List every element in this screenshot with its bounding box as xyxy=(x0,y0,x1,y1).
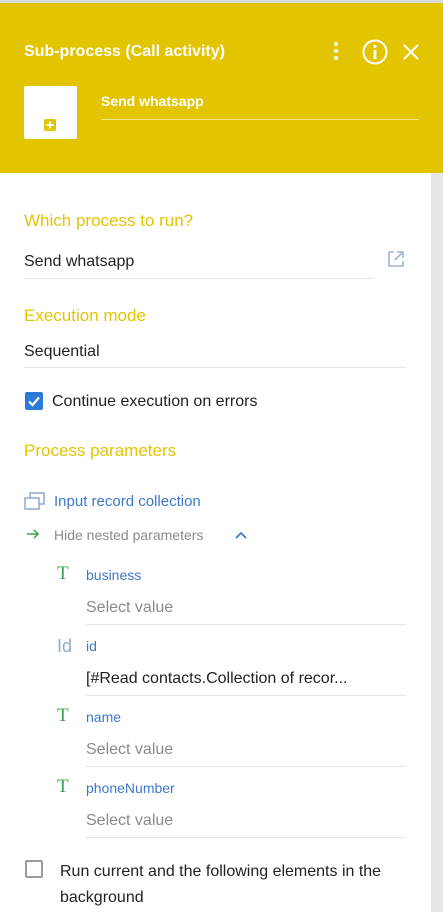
process-to-run-underline xyxy=(24,278,374,279)
process-to-run-field[interactable]: Send whatsapp xyxy=(24,253,134,271)
param-name-business: business xyxy=(86,567,142,583)
element-name-underline xyxy=(101,119,419,120)
id-type-icon: Id xyxy=(57,636,73,656)
chevron-up-icon[interactable] xyxy=(235,530,247,540)
checkmark-icon xyxy=(28,396,40,407)
input-record-collection-link[interactable]: Input record collection xyxy=(54,493,201,510)
param-name-name: name xyxy=(86,709,122,725)
panel-title: Sub-process (Call activity) xyxy=(24,43,225,60)
close-icon[interactable] xyxy=(402,43,420,61)
param-name-phonenumber: phoneNumber xyxy=(86,780,175,796)
param-value-phonenumber[interactable]: Select value xyxy=(86,812,173,830)
param-underline xyxy=(86,837,406,838)
element-name-input[interactable]: Send whatsapp xyxy=(101,93,204,109)
param-value-id[interactable]: [#Read contacts.Collection of recor... xyxy=(86,670,347,688)
param-name-id: id xyxy=(86,638,97,654)
continue-on-errors-checkbox[interactable] xyxy=(25,392,43,410)
more-vertical-icon[interactable] xyxy=(328,39,344,63)
execution-mode-label: Execution mode xyxy=(24,306,146,325)
param-underline xyxy=(86,695,406,696)
param-value-business[interactable]: Select value xyxy=(86,599,173,617)
process-to-run-label: Which process to run? xyxy=(24,211,194,230)
text-type-icon: T xyxy=(57,563,69,584)
text-type-icon: T xyxy=(57,776,69,797)
header: Sub-process (Call activity) Send whatsap… xyxy=(0,3,443,173)
continue-on-errors-label: Continue execution on errors xyxy=(52,393,258,410)
open-external-icon[interactable] xyxy=(386,249,406,269)
element-icon-tile[interactable] xyxy=(24,86,77,139)
add-icon xyxy=(44,119,56,131)
param-underline xyxy=(86,624,406,625)
info-icon[interactable] xyxy=(362,39,388,65)
execution-mode-select[interactable]: Sequential xyxy=(24,343,100,361)
collection-icon xyxy=(24,492,45,510)
arrow-right-icon xyxy=(27,529,40,539)
param-value-name[interactable]: Select value xyxy=(86,741,173,759)
process-parameters-label: Process parameters xyxy=(24,441,177,460)
param-underline xyxy=(86,766,406,767)
execution-mode-underline xyxy=(24,367,406,368)
hide-nested-parameters-toggle[interactable]: Hide nested parameters xyxy=(54,527,203,543)
run-background-label: Run current and the following elements i… xyxy=(60,863,382,906)
run-background-checkbox[interactable] xyxy=(25,860,43,878)
scrollbar[interactable] xyxy=(431,173,443,912)
text-type-icon: T xyxy=(57,705,69,726)
